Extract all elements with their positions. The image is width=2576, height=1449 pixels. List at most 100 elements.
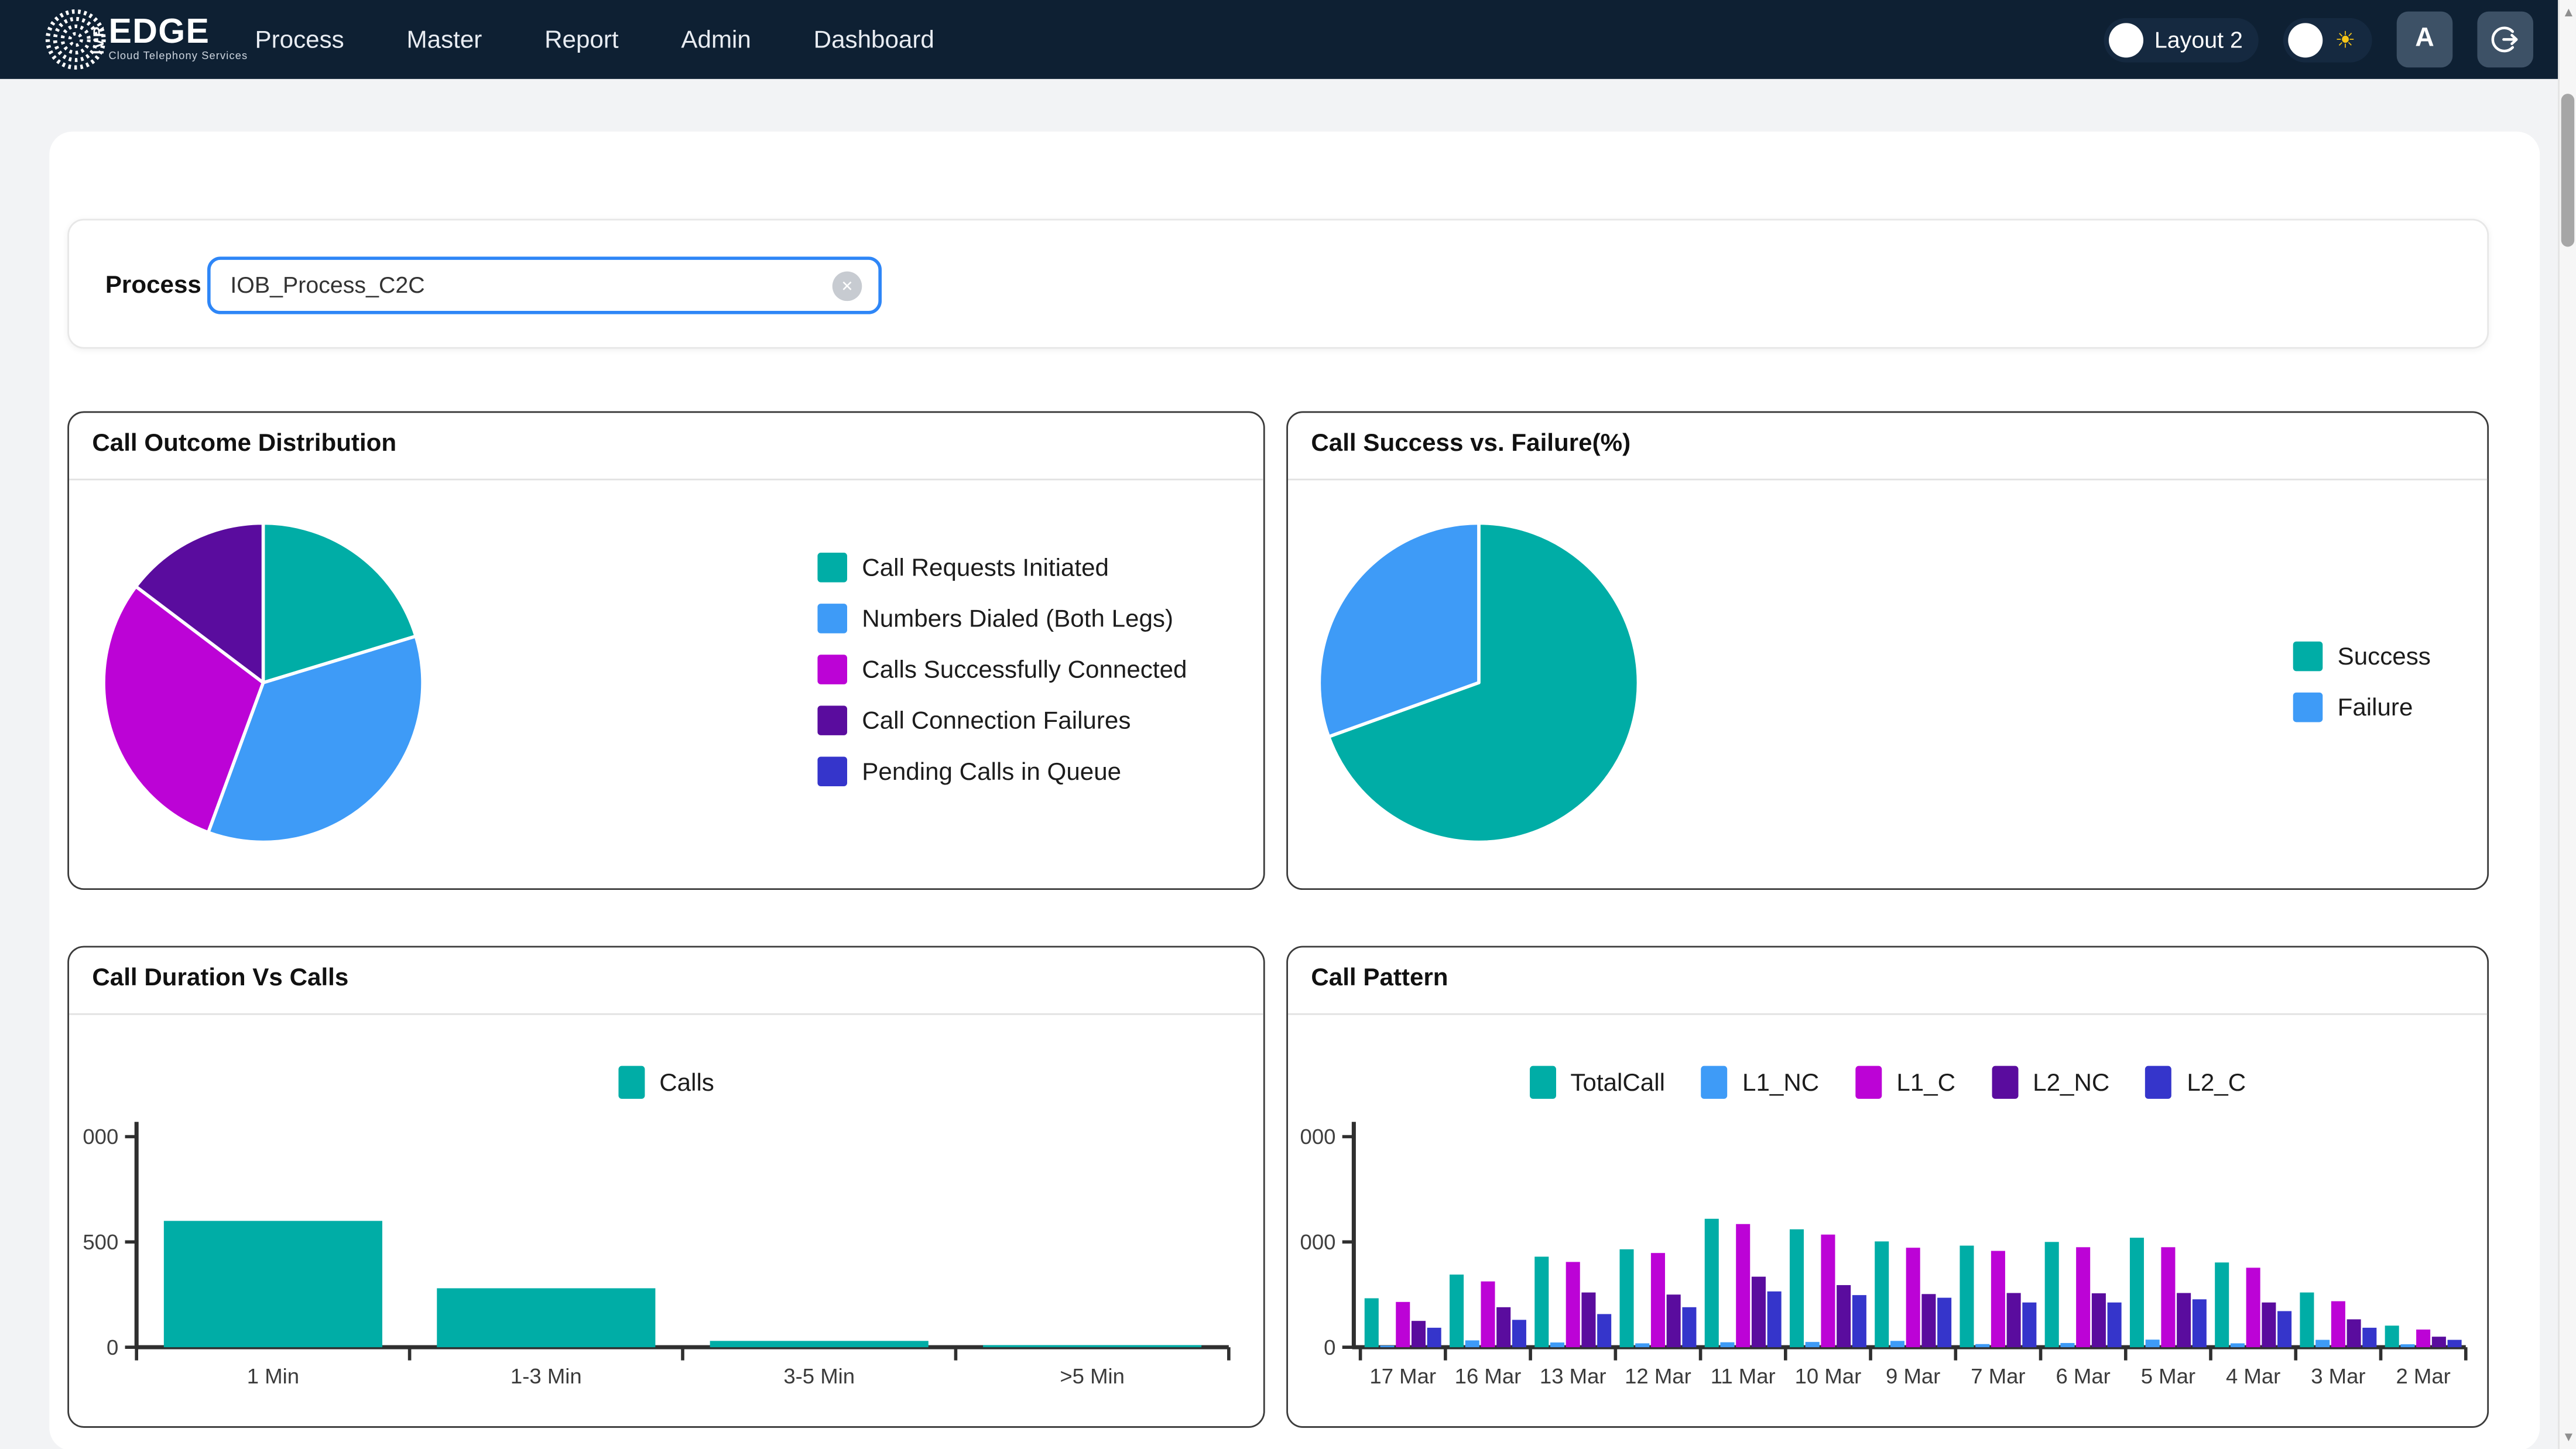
bar-l2_nc[interactable] <box>1581 1293 1595 1348</box>
bar-l2_c[interactable] <box>2448 1340 2462 1348</box>
legend-item[interactable]: Call Connection Failures <box>817 705 1187 735</box>
brand-logo[interactable]: IVR EDGE Cloud Telephony Services <box>43 6 248 72</box>
bar-totalcall[interactable] <box>1960 1246 1974 1348</box>
bar-l2_nc[interactable] <box>1752 1277 1766 1347</box>
bar-l1_nc[interactable] <box>1720 1342 1734 1347</box>
bar-l2_c[interactable] <box>1427 1328 1441 1347</box>
legend-item[interactable]: Numbers Dialed (Both Legs) <box>817 604 1187 633</box>
bar-l1_c[interactable] <box>1906 1248 1920 1347</box>
layout-toggle-knob[interactable] <box>2108 22 2143 57</box>
logout-button[interactable] <box>2477 12 2533 68</box>
bar-l2_nc[interactable] <box>2262 1303 2276 1347</box>
bar-l1_c[interactable] <box>1396 1302 1410 1347</box>
bar-l1_nc[interactable] <box>1635 1343 1649 1347</box>
bar-l2_c[interactable] <box>2022 1303 2036 1347</box>
bar-l1_nc[interactable] <box>1806 1342 1820 1347</box>
bar-l2_c[interactable] <box>1852 1295 1866 1347</box>
bar-l1_nc[interactable] <box>1890 1341 1904 1347</box>
legend-item[interactable]: Calls Successfully Connected <box>817 655 1187 684</box>
legend-item[interactable]: Pending Calls in Queue <box>817 756 1187 786</box>
theme-toggle-knob[interactable] <box>2289 22 2324 57</box>
bar-l2_nc[interactable] <box>1412 1321 1426 1347</box>
nav-item-admin[interactable]: Admin <box>681 26 751 54</box>
bar-calls[interactable] <box>983 1345 1201 1348</box>
bar-l1_c[interactable] <box>1566 1262 1580 1347</box>
bar-l1_c[interactable] <box>2076 1247 2090 1347</box>
scroll-down-icon[interactable]: ▼ <box>2560 1428 2576 1448</box>
x-axis-category-label: 12 Mar <box>1625 1364 1691 1388</box>
bar-l2_nc[interactable] <box>2092 1293 2106 1347</box>
bar-l1_c[interactable] <box>2331 1301 2345 1348</box>
scroll-up-icon[interactable]: ▲ <box>2560 4 2576 23</box>
bar-l1_nc[interactable] <box>2315 1340 2330 1348</box>
nav-item-process[interactable]: Process <box>255 26 344 54</box>
bar-l2_nc[interactable] <box>2007 1293 2021 1348</box>
bar-l2_c[interactable] <box>1512 1320 1526 1347</box>
page-scrollbar[interactable]: ▲ ▼ <box>2558 0 2576 1449</box>
avatar[interactable]: A <box>2397 12 2453 68</box>
bar-totalcall[interactable] <box>2045 1242 2059 1347</box>
nav-item-report[interactable]: Report <box>544 26 619 54</box>
bar-l2_nc[interactable] <box>2177 1293 2191 1348</box>
legend-item[interactable]: Failure <box>2293 693 2431 722</box>
bar-l1_c[interactable] <box>1991 1251 2005 1348</box>
bar-l2_nc[interactable] <box>2432 1337 2446 1347</box>
bar-l2_c[interactable] <box>2277 1311 2291 1347</box>
success-failure-pie-chart[interactable] <box>1314 518 1643 847</box>
clear-icon[interactable]: ✕ <box>833 272 862 302</box>
bar-l1_c[interactable] <box>1481 1282 1495 1347</box>
bar-totalcall[interactable] <box>1534 1256 1549 1347</box>
bar-totalcall[interactable] <box>2130 1238 2144 1347</box>
nav-item-dashboard[interactable]: Dashboard <box>814 26 934 54</box>
bar-l1_c[interactable] <box>2161 1247 2175 1347</box>
legend-item[interactable]: Call Requests Initiated <box>817 553 1187 583</box>
bar-l2_nc[interactable] <box>1496 1307 1510 1347</box>
bar-l2_c[interactable] <box>1682 1307 1696 1347</box>
layout-toggle[interactable]: Layout 2 <box>2104 18 2259 62</box>
bar-totalcall[interactable] <box>1790 1229 1804 1347</box>
bar-l1_nc[interactable] <box>1550 1342 1564 1347</box>
nav-item-master[interactable]: Master <box>407 26 482 54</box>
bar-totalcall[interactable] <box>2385 1325 2399 1347</box>
bar-totalcall[interactable] <box>1705 1219 1719 1347</box>
bar-l1_nc[interactable] <box>1975 1344 1989 1347</box>
bar-totalcall[interactable] <box>2300 1293 2314 1348</box>
bar-calls[interactable] <box>437 1288 655 1347</box>
bar-l2_nc[interactable] <box>1667 1294 1681 1347</box>
bar-totalcall[interactable] <box>2215 1262 2229 1347</box>
bar-l2_nc[interactable] <box>1921 1294 1936 1347</box>
bar-calls[interactable] <box>710 1341 929 1347</box>
bar-l1_nc[interactable] <box>1465 1340 1479 1347</box>
bar-l2_c[interactable] <box>1767 1292 1782 1347</box>
y-axis-tick-label: 000 <box>1300 1230 1336 1254</box>
call-pattern-bar-chart[interactable]: 000000017 Mar16 Mar13 Mar12 Mar11 Mar10 … <box>1288 1016 2491 1429</box>
scrollbar-thumb[interactable] <box>2561 94 2574 246</box>
bar-l1_c[interactable] <box>1736 1224 1750 1347</box>
bar-calls[interactable] <box>164 1221 382 1347</box>
call-duration-bar-chart[interactable]: 05000001 Min1-3 Min3-5 Min>5 Min <box>69 1016 1266 1429</box>
bar-totalcall[interactable] <box>1875 1241 1889 1347</box>
bar-l2_nc[interactable] <box>2347 1319 2361 1347</box>
bar-l1_nc[interactable] <box>2400 1344 2414 1347</box>
bar-totalcall[interactable] <box>1365 1299 1379 1348</box>
bar-l1_c[interactable] <box>1651 1253 1665 1347</box>
bar-l1_nc[interactable] <box>2231 1343 2245 1347</box>
bar-l2_c[interactable] <box>2193 1299 2207 1347</box>
legend-item[interactable]: Success <box>2293 642 2431 672</box>
theme-toggle[interactable]: ☀ <box>2284 18 2372 62</box>
call-outcome-pie-chart[interactable] <box>99 518 428 847</box>
bar-l2_c[interactable] <box>2362 1328 2376 1347</box>
bar-totalcall[interactable] <box>1450 1275 1464 1347</box>
bar-l1_c[interactable] <box>2416 1330 2430 1347</box>
bar-l1_nc[interactable] <box>1380 1345 1394 1347</box>
bar-l2_c[interactable] <box>1937 1298 1951 1348</box>
bar-l1_c[interactable] <box>2246 1268 2260 1347</box>
bar-totalcall[interactable] <box>1619 1249 1633 1347</box>
bar-l1_nc[interactable] <box>2060 1343 2074 1347</box>
bar-l2_nc[interactable] <box>1837 1285 1851 1347</box>
process-select-input[interactable]: IOB_Process_C2C ✕ <box>207 256 882 314</box>
bar-l2_c[interactable] <box>1597 1314 1611 1348</box>
bar-l1_c[interactable] <box>1821 1235 1835 1347</box>
bar-l1_nc[interactable] <box>2146 1340 2160 1347</box>
bar-l2_c[interactable] <box>2108 1303 2122 1347</box>
